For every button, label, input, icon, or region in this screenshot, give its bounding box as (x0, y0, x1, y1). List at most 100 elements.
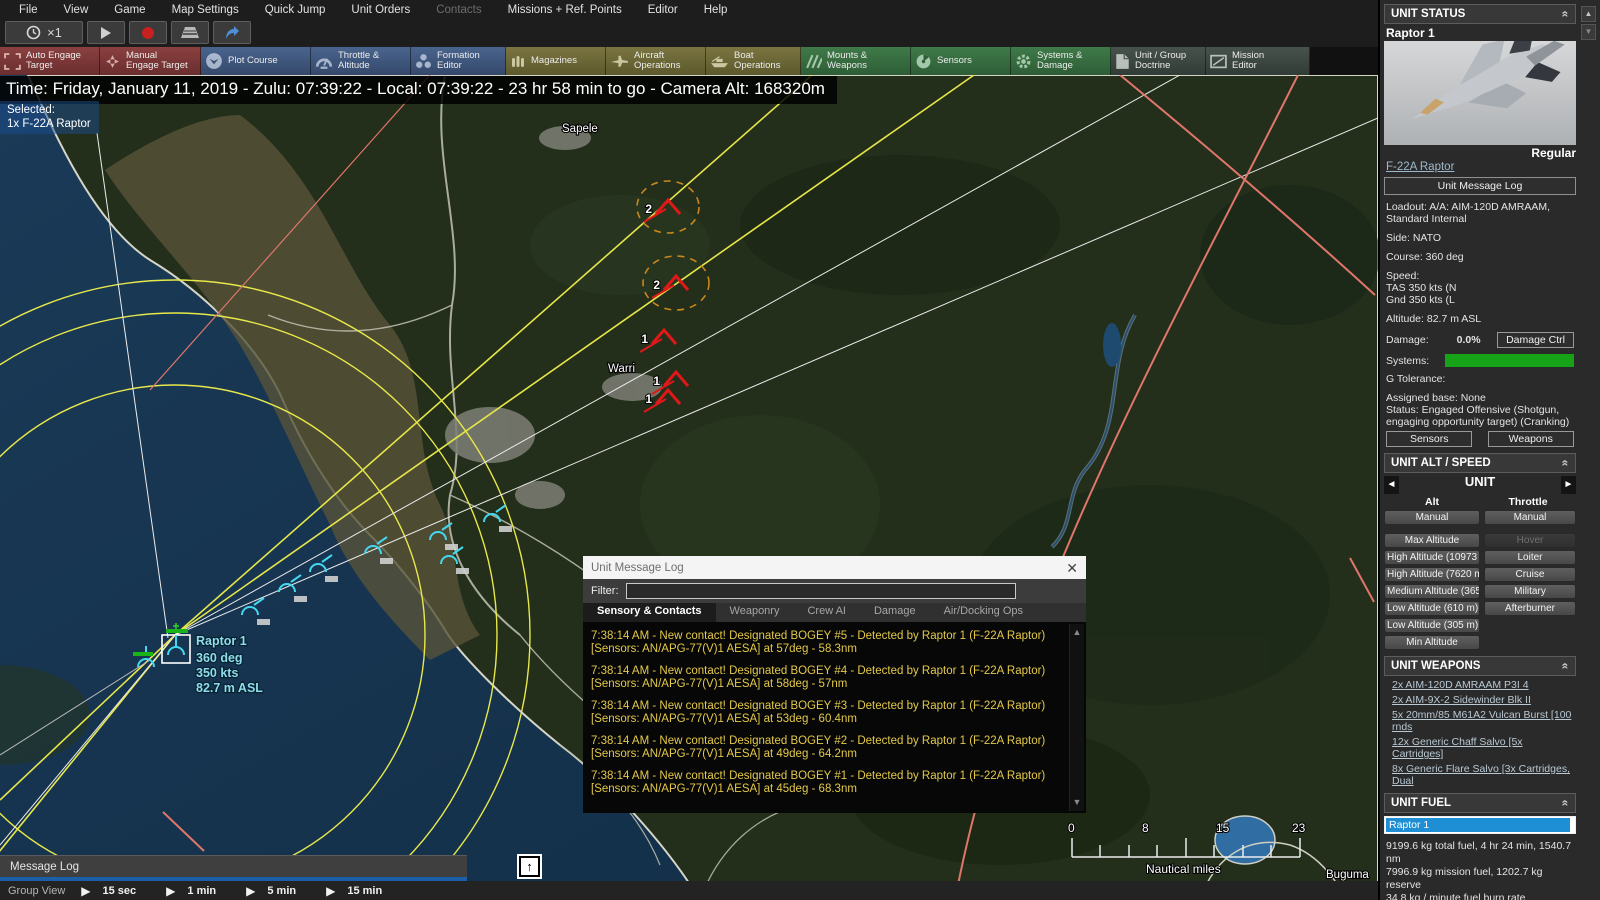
formation-editor-button[interactable]: Formation Editor (411, 47, 506, 75)
aircraft-operations-button[interactable]: Aircraft Operations (606, 47, 706, 75)
alt-medium-button[interactable]: Medium Altitude (3658 (1384, 584, 1480, 599)
unit-weapons-header[interactable]: UNIT WEAPONS « (1384, 656, 1576, 676)
plot-course-button[interactable]: Plot Course (201, 47, 311, 75)
unit-group-doctrine-button[interactable]: Unit / Group Doctrine (1111, 47, 1206, 75)
play-step-icon[interactable]: ▶ (326, 884, 335, 898)
menu-editor[interactable]: Editor (635, 4, 691, 16)
alt-manual-button[interactable]: Manual (1384, 510, 1480, 525)
alt-low1-button[interactable]: Low Altitude (610 m) (1384, 601, 1480, 616)
fuel-unit-list[interactable]: Raptor 1 (1384, 816, 1576, 834)
interval-15sec[interactable]: 15 sec (103, 885, 137, 897)
systems-damage-button[interactable]: Systems & Damage (1011, 47, 1111, 75)
menu-view[interactable]: View (51, 4, 102, 16)
quick-controls: ×1 (0, 19, 1378, 47)
tab-sensory-contacts[interactable]: Sensory & Contacts (583, 603, 716, 622)
auto-engage-target-button[interactable]: Auto Engage Target (0, 47, 100, 75)
throttle-military-button[interactable]: Military (1484, 584, 1576, 599)
alt-high1-button[interactable]: High Altitude (10973 m (1384, 550, 1480, 565)
unit-status-header[interactable]: UNIT STATUS « (1384, 4, 1576, 24)
group-view-label[interactable]: Group View (8, 885, 65, 897)
sensors-button[interactable]: Sensors (911, 47, 1011, 75)
unit-alt-speed-header[interactable]: UNIT ALT / SPEED « (1384, 453, 1576, 473)
throttle-loiter-button[interactable]: Loiter (1484, 550, 1576, 565)
scroll-down-icon[interactable]: ▼ (1581, 24, 1596, 40)
log-message: 7:38:14 AM - New contact! Designated BOG… (591, 630, 1046, 655)
weapon-link-vulcan[interactable]: 5x 20mm/85 M61A2 Vulcan Burst [100 rnds (1392, 709, 1576, 733)
fuel-unit-row[interactable]: Raptor 1 (1386, 818, 1570, 832)
dialog-scrollbar[interactable]: ▲ ▼ (1069, 624, 1084, 811)
interval-15min[interactable]: 15 min (347, 885, 382, 897)
prev-unit-button[interactable]: ◄ (1384, 476, 1399, 494)
time-compression-button[interactable]: ×1 (5, 21, 83, 44)
collapse-icon[interactable]: « (1559, 11, 1573, 18)
layers-button[interactable] (171, 21, 209, 44)
unit-name: Raptor 1 (1386, 26, 1435, 40)
alt-max-button[interactable]: Max Altitude (1384, 533, 1480, 548)
speed-label: Speed: (1386, 270, 1420, 282)
contact-count: 2 (653, 278, 660, 292)
alt-high2-button[interactable]: High Altitude (7620 m) (1384, 567, 1480, 582)
time-compression-label: ×1 (47, 25, 62, 40)
throttle-afterburner-button[interactable]: Afterburner (1484, 601, 1576, 616)
throttle-column-header: Throttle (1508, 496, 1548, 508)
jump-button[interactable] (213, 21, 251, 44)
menu-game[interactable]: Game (101, 4, 158, 16)
record-button[interactable] (129, 21, 167, 44)
boat-operations-button[interactable]: Boat Operations (706, 47, 801, 75)
play-step-icon[interactable]: ▶ (166, 884, 175, 898)
unit-fuel-header[interactable]: UNIT FUEL « (1384, 793, 1576, 813)
mission-editor-button[interactable]: Mission Editor (1206, 47, 1310, 75)
unit-info: Loadout: A/A: AIM-120D AMRAAM, Standard … (1384, 201, 1576, 325)
scroll-up-icon[interactable]: ▲ (1073, 626, 1082, 639)
collapse-icon[interactable]: « (1559, 800, 1573, 807)
throttle-altitude-button[interactable]: Throttle & Altitude (311, 47, 411, 75)
filter-input[interactable] (625, 583, 1016, 599)
menu-missions-ref-points[interactable]: Missions + Ref. Points (495, 4, 635, 16)
damage-ctrl-button[interactable]: Damage Ctrl (1497, 332, 1574, 348)
interval-1min[interactable]: 1 min (187, 885, 216, 897)
weapon-link-chaff[interactable]: 12x Generic Chaff Salvo [5x Cartridges] (1392, 736, 1576, 760)
menu-unit-orders[interactable]: Unit Orders (338, 4, 423, 16)
alt-min-button[interactable]: Min Altitude (1384, 635, 1480, 650)
weapon-link-flare[interactable]: 8x Generic Flare Salvo [3x Cartridges, D… (1392, 763, 1576, 787)
scroll-down-icon[interactable]: ▼ (1073, 796, 1082, 809)
throttle-cruise-button[interactable]: Cruise (1484, 567, 1576, 582)
expand-message-log-button[interactable]: ↑ (519, 856, 540, 877)
close-icon[interactable]: ✕ (1066, 561, 1078, 575)
jump-icon (226, 26, 239, 39)
damage-value: 0.0% (1456, 334, 1481, 346)
tab-crew-ai[interactable]: Crew AI (793, 603, 860, 622)
menu-quick-jump[interactable]: Quick Jump (252, 4, 339, 16)
up-arrow-icon: ↑ (526, 859, 533, 874)
menu-help[interactable]: Help (691, 4, 741, 16)
next-unit-button[interactable]: ► (1561, 476, 1576, 494)
tab-weaponry[interactable]: Weaponry (716, 603, 794, 622)
tab-damage[interactable]: Damage (860, 603, 930, 622)
throttle-manual-button[interactable]: Manual (1484, 510, 1576, 525)
tab-air-docking-ops[interactable]: Air/Docking Ops (930, 603, 1037, 622)
magazines-button[interactable]: Magazines (506, 47, 606, 75)
mounts-weapons-button[interactable]: Mounts & Weapons (801, 47, 911, 75)
collapse-icon[interactable]: « (1559, 663, 1573, 670)
manual-engage-target-button[interactable]: Manual Engage Target (100, 47, 201, 75)
weapons-panel-button[interactable]: Weapons (1487, 431, 1574, 447)
dialog-titlebar[interactable]: Unit Message Log ✕ (583, 556, 1086, 579)
message-log-bar[interactable]: Message Log (0, 855, 467, 877)
map-label-buguma: Buguma (1326, 869, 1369, 881)
sensors-panel-button[interactable]: Sensors (1386, 431, 1473, 447)
weapon-link-amraam[interactable]: 2x AIM-120D AMRAAM P3I 4 (1392, 679, 1576, 691)
time-status-bar: Time: Friday, January 11, 2019 - Zulu: 0… (0, 76, 837, 104)
aircraft-type-link[interactable]: F-22A Raptor (1386, 161, 1454, 173)
play-step-icon[interactable]: ▶ (246, 884, 255, 898)
sidebar-scrollbar[interactable]: ▲ ▼ (1581, 6, 1596, 42)
menu-file[interactable]: File (6, 4, 51, 16)
play-button[interactable] (87, 21, 125, 44)
unit-message-log-button[interactable]: Unit Message Log (1384, 177, 1576, 195)
weapon-link-sidewinder[interactable]: 2x AIM-9X-2 Sidewinder Blk II (1392, 694, 1576, 706)
interval-5min[interactable]: 5 min (267, 885, 296, 897)
alt-low2-button[interactable]: Low Altitude (305 m) (1384, 618, 1480, 633)
menu-map-settings[interactable]: Map Settings (159, 4, 252, 16)
scroll-up-icon[interactable]: ▲ (1581, 6, 1596, 22)
play-step-icon[interactable]: ▶ (81, 884, 90, 898)
collapse-icon[interactable]: « (1559, 460, 1573, 467)
